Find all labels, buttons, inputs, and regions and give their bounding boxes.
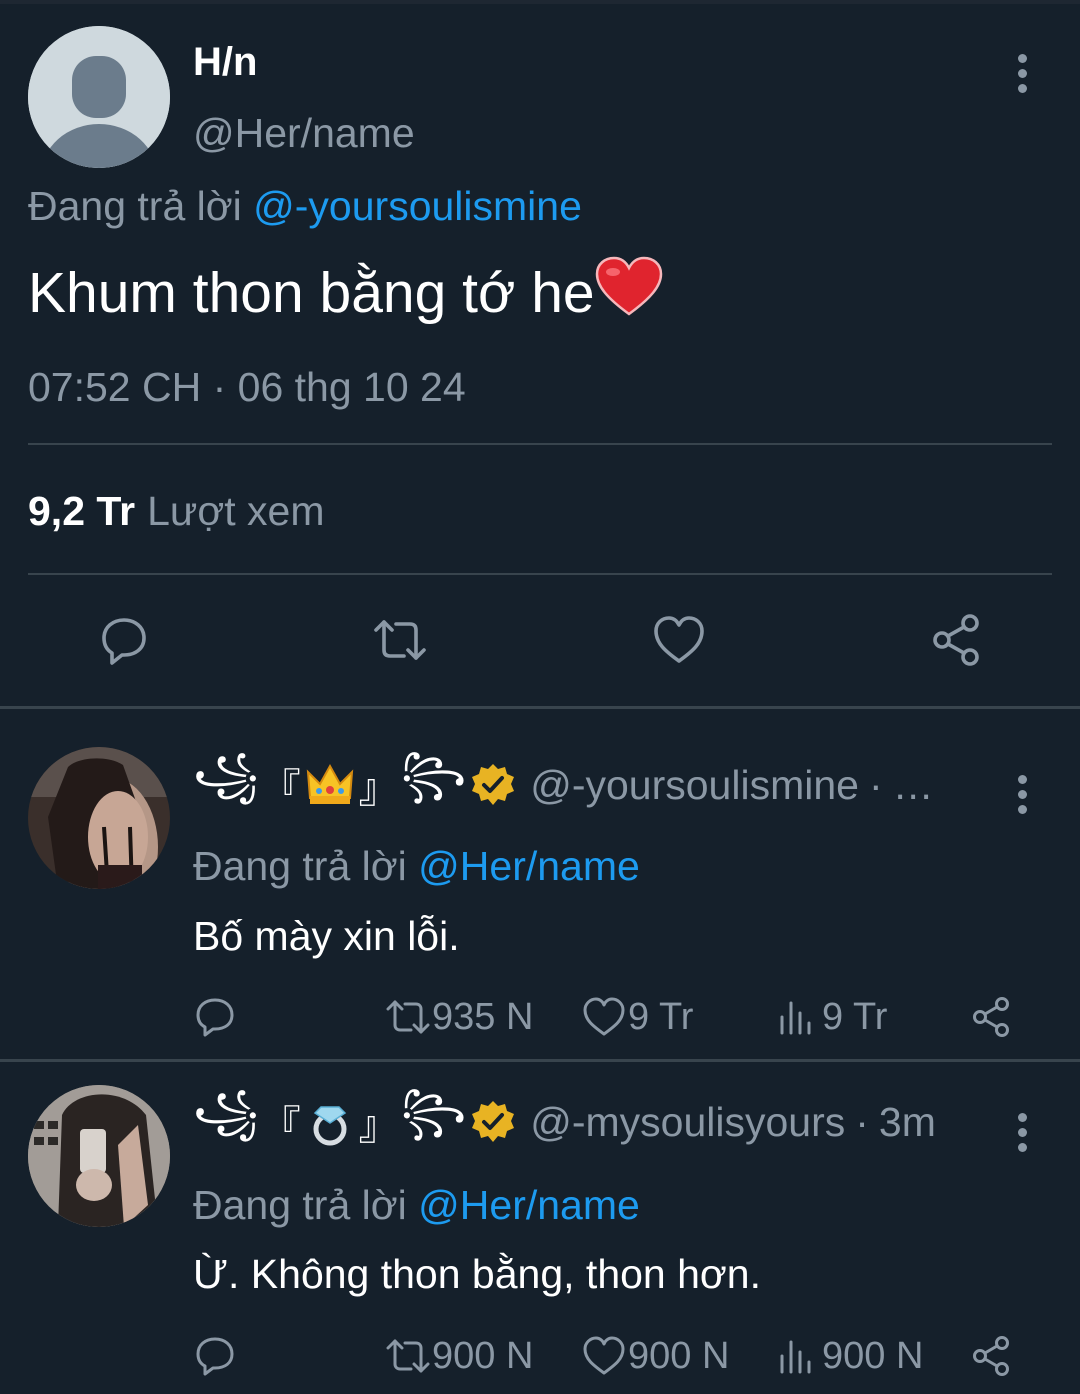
views-count: 900 N bbox=[822, 1334, 924, 1377]
views-label: Lượt xem bbox=[147, 488, 325, 534]
name-decoration-right: ꧂ bbox=[400, 1086, 467, 1136]
reply-tweet[interactable]: ꧁ 『 』 ꧂ @-yoursoulismine · … Đang trả lờ… bbox=[0, 709, 1080, 1059]
tweet-text: Khum thon bằng tớ he bbox=[28, 256, 663, 326]
retweet-icon[interactable] bbox=[372, 612, 428, 668]
reply-text: Bố mày xin lỗi. bbox=[193, 913, 460, 959]
reply-action-bar: 900 N 900 N 900 N bbox=[0, 1332, 1080, 1380]
avatar[interactable] bbox=[28, 747, 170, 889]
retweet-count: 935 N bbox=[432, 995, 534, 1038]
author-handle[interactable]: @Her/name bbox=[193, 110, 415, 157]
separator-dot: · bbox=[868, 761, 883, 808]
share-icon[interactable] bbox=[970, 993, 1014, 1041]
views-chart-icon bbox=[780, 1001, 811, 1035]
name-decoration-left: ꧁ bbox=[193, 1086, 259, 1136]
separator-dot: · bbox=[855, 1098, 869, 1145]
replying-prefix: Đang trả lời bbox=[28, 183, 242, 229]
reply-author-handle[interactable]: @-yoursoulismine bbox=[530, 762, 859, 809]
reply-header: ꧁ 『 』 ꧂ @-mysoulisyours · 3m bbox=[193, 1087, 936, 1152]
replying-mention-link[interactable]: @Her/name bbox=[418, 1182, 640, 1228]
reply-header: ꧁ 『 』 ꧂ @-yoursoulismine · … bbox=[193, 750, 934, 815]
views-stat[interactable]: 9,2 Tr Lượt xem bbox=[28, 488, 325, 535]
replying-mention-link[interactable]: @-yoursoulismine bbox=[253, 183, 582, 229]
views-chart-icon bbox=[780, 1340, 811, 1374]
divider bbox=[28, 573, 1052, 575]
views-count: 9 Tr bbox=[822, 995, 888, 1038]
divider bbox=[28, 443, 1052, 445]
name-decoration-right: ꧂ bbox=[400, 749, 467, 799]
author-display-name[interactable]: H/n bbox=[193, 40, 257, 85]
avatar[interactable] bbox=[28, 1085, 170, 1227]
reply-time: … bbox=[892, 761, 934, 808]
replying-mention-link[interactable]: @Her/name bbox=[418, 843, 640, 889]
replying-prefix: Đang trả lời bbox=[193, 843, 407, 889]
heart-red-emoji bbox=[595, 256, 662, 316]
reply-icon[interactable] bbox=[193, 1332, 237, 1380]
retweet-count: 900 N bbox=[432, 1334, 534, 1377]
name-bracket-close: 』 bbox=[358, 1103, 399, 1149]
tweet-timestamp[interactable]: 07:52 CH · 06 thg 10 24 bbox=[28, 364, 466, 411]
verified-badge-icon bbox=[472, 1101, 515, 1142]
share-icon[interactable] bbox=[970, 1332, 1014, 1380]
replying-prefix: Đang trả lời bbox=[193, 1182, 407, 1228]
share-icon[interactable] bbox=[929, 612, 985, 668]
name-bracket-open: 『 bbox=[260, 766, 301, 812]
retweet-icon bbox=[386, 1000, 430, 1034]
replying-to-line: Đang trả lời @-yoursoulismine bbox=[28, 183, 582, 230]
like-icon bbox=[583, 997, 625, 1036]
retweet-icon bbox=[386, 1339, 430, 1373]
more-options-icon[interactable] bbox=[1002, 43, 1042, 103]
like-count: 9 Tr bbox=[628, 995, 694, 1038]
main-tweet: H/n @Her/name Đang trả lời @-yoursoulism… bbox=[0, 0, 1080, 708]
like-button[interactable]: 900 N bbox=[582, 1332, 729, 1380]
tweet-detail-page: H/n @Her/name Đang trả lời @-yoursoulism… bbox=[0, 0, 1080, 1394]
replying-to-line: Đang trả lời @Her/name bbox=[193, 1182, 640, 1229]
reply-author-handle[interactable]: @-mysoulisyours bbox=[530, 1099, 845, 1146]
name-bracket-open: 『 bbox=[260, 1103, 301, 1149]
retweet-button[interactable]: 900 N bbox=[386, 1332, 533, 1380]
like-icon[interactable] bbox=[651, 612, 707, 668]
replying-to-line: Đang trả lời @Her/name bbox=[193, 843, 640, 890]
name-decoration-left: ꧁ bbox=[193, 749, 259, 799]
avatar-default[interactable] bbox=[28, 26, 170, 168]
top-border bbox=[0, 0, 1080, 4]
views-count: 9,2 Tr bbox=[28, 488, 136, 534]
views-button[interactable]: 900 N bbox=[776, 1332, 923, 1380]
crown-emoji bbox=[306, 763, 353, 804]
more-options-icon[interactable] bbox=[1002, 1102, 1042, 1162]
reply-text: Ừ. Không thon bằng, thon hơn. bbox=[193, 1251, 761, 1297]
more-options-icon[interactable] bbox=[1002, 764, 1042, 824]
reply-tweet[interactable]: ꧁ 『 』 ꧂ @-mysoulisyours · 3m Đang trả lờ… bbox=[0, 1062, 1080, 1394]
tweet-text-content: Khum thon bằng tớ he bbox=[28, 261, 595, 325]
name-bracket-close: 』 bbox=[358, 766, 399, 812]
reply-action-bar: 935 N 9 Tr 9 Tr bbox=[0, 993, 1080, 1041]
retweet-button[interactable]: 935 N bbox=[386, 993, 533, 1041]
ring-emoji bbox=[313, 1106, 347, 1146]
verified-badge-icon bbox=[472, 764, 515, 805]
reply-icon[interactable] bbox=[193, 993, 237, 1041]
reply-time: 3m bbox=[878, 1098, 936, 1145]
like-button[interactable]: 9 Tr bbox=[582, 993, 693, 1041]
like-count: 900 N bbox=[628, 1334, 730, 1377]
like-icon bbox=[583, 1336, 625, 1375]
reply-icon[interactable] bbox=[96, 612, 152, 668]
views-button[interactable]: 9 Tr bbox=[776, 993, 887, 1041]
